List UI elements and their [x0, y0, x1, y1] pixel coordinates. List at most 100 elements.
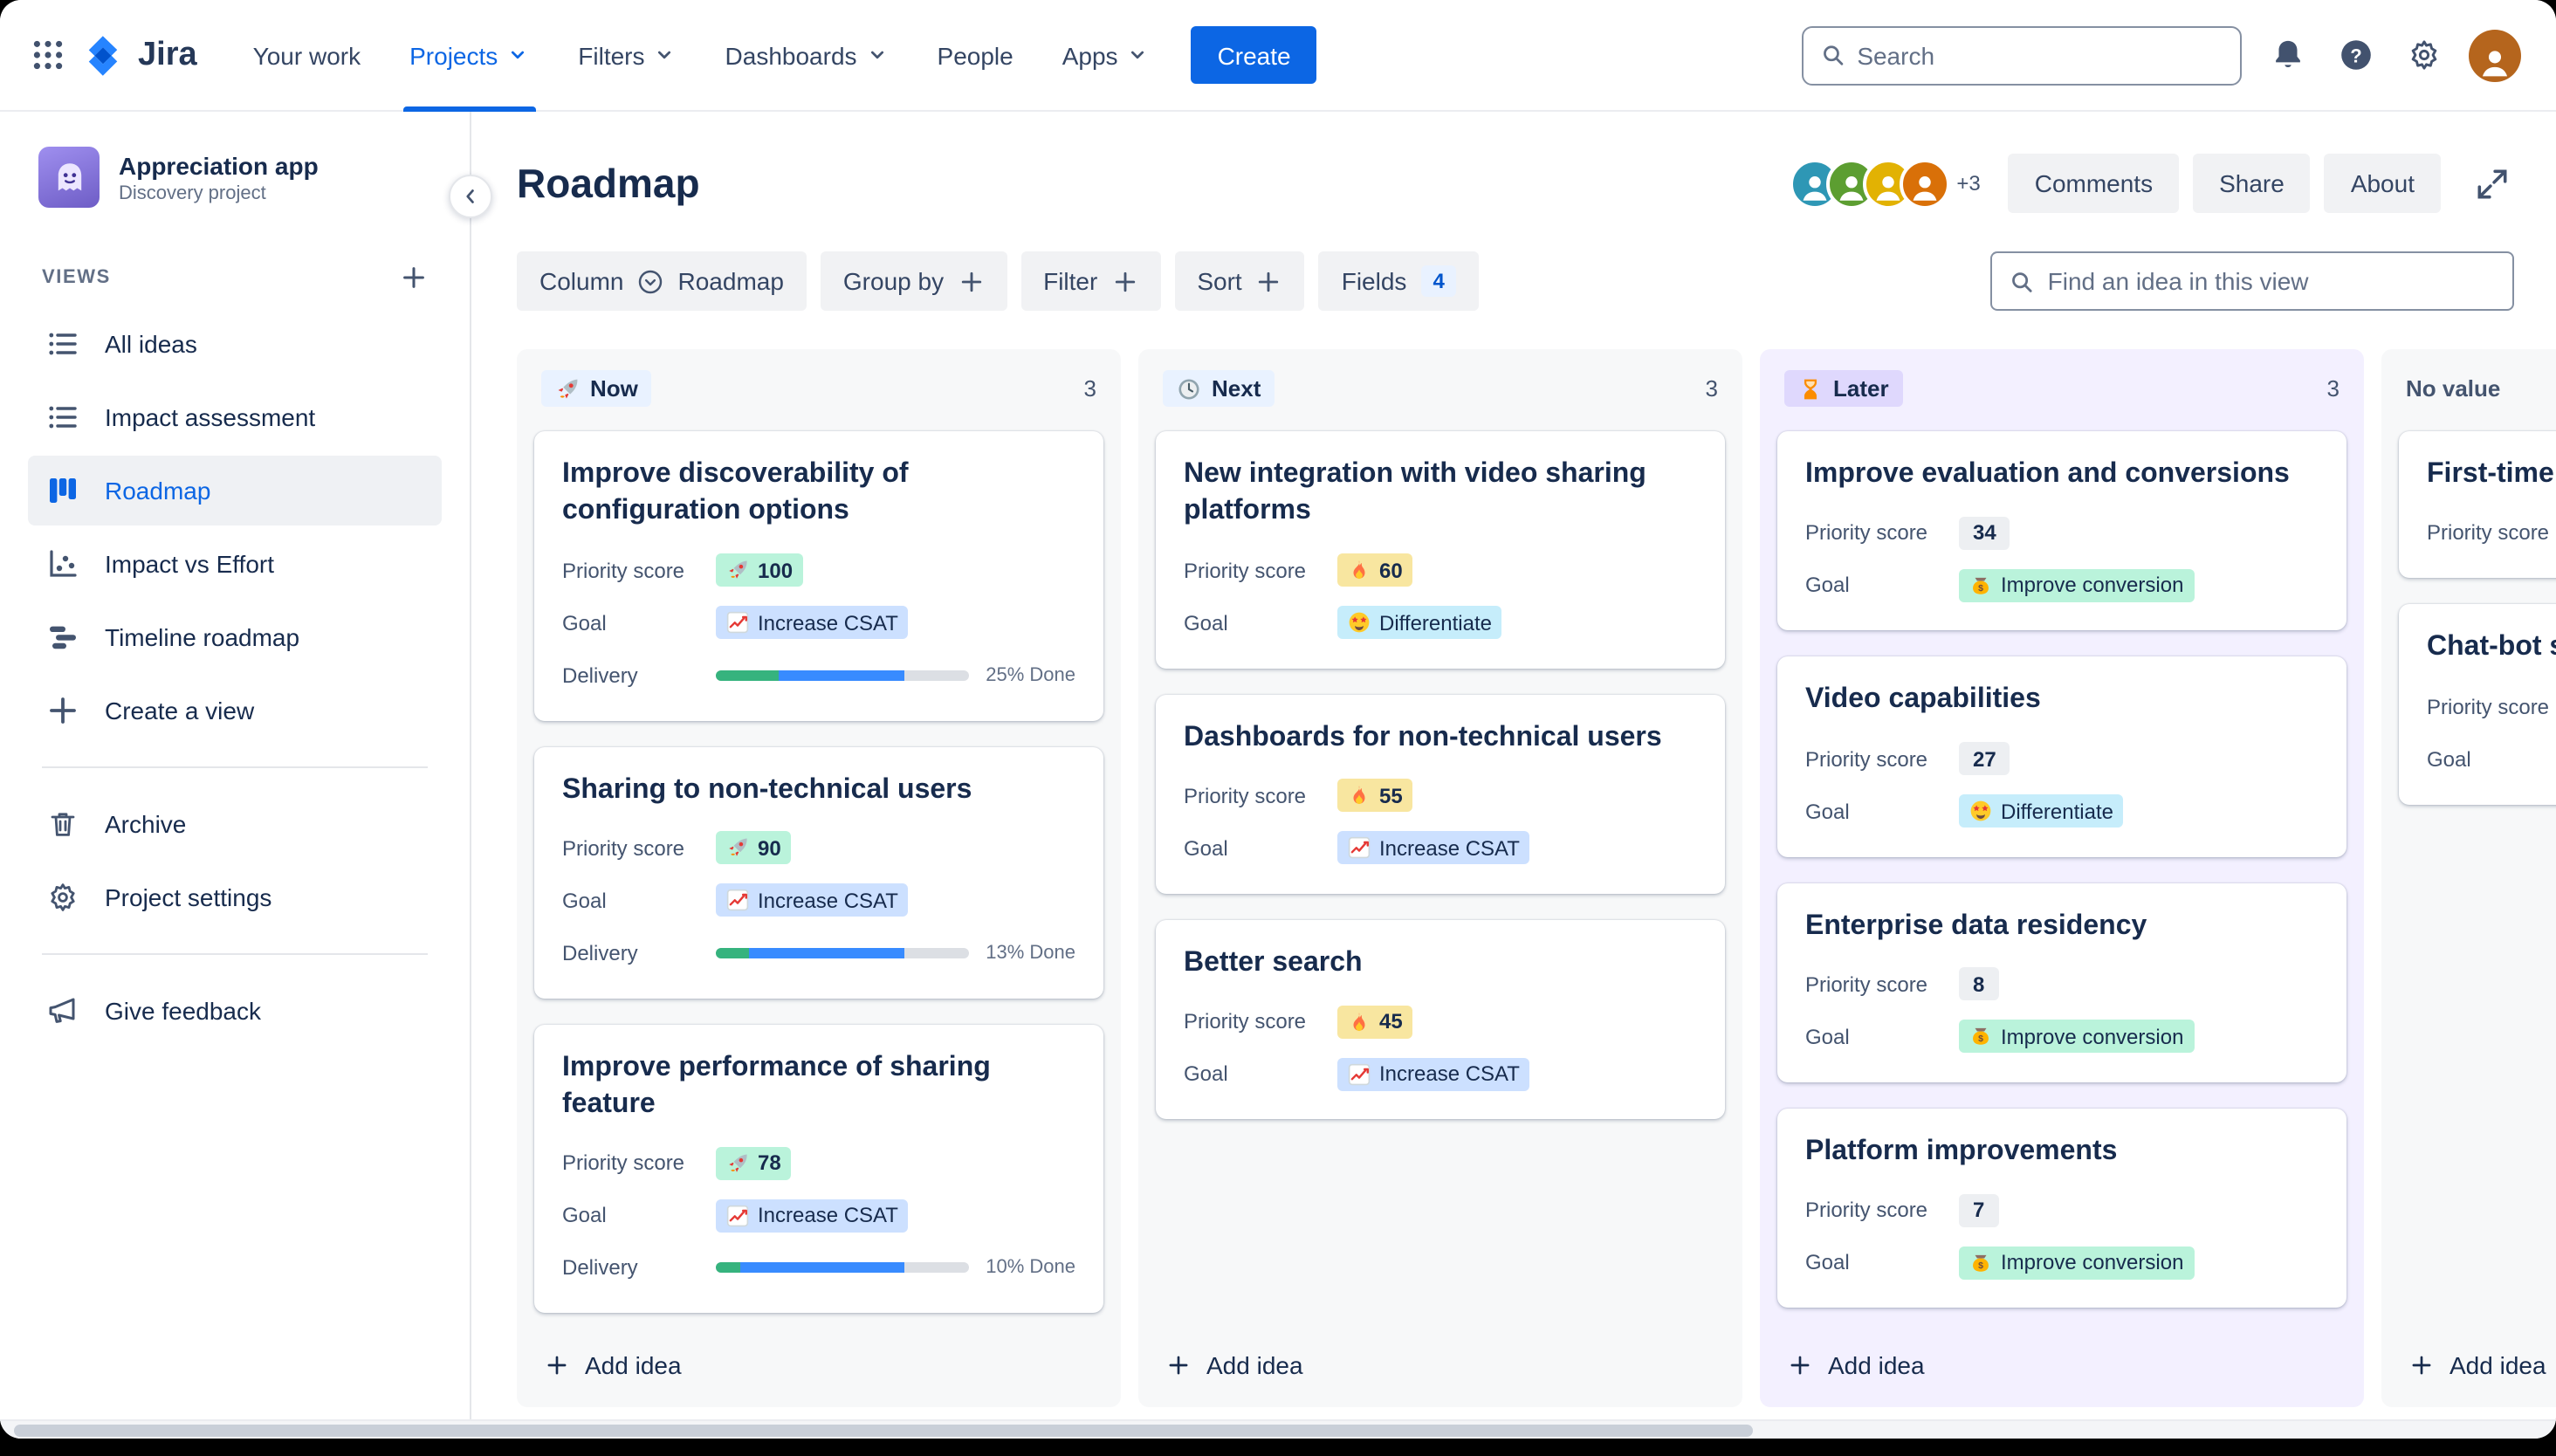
delivery-row: Delivery 10% Done — [562, 1251, 1075, 1286]
idea-card[interactable]: Improve performance of sharing feature P… — [534, 1024, 1103, 1314]
idea-title[interactable]: Improve performance of sharing feature — [562, 1049, 1075, 1123]
sidebar-item-give-feedback[interactable]: Give feedback — [28, 976, 442, 1046]
add-idea-button[interactable]: Add idea — [1138, 1325, 1742, 1407]
chevron-down-icon — [506, 44, 529, 66]
about-button[interactable]: About — [2324, 154, 2441, 213]
help-button[interactable]: ? — [2333, 32, 2378, 78]
nav-item-dashboards[interactable]: Dashboards — [701, 0, 913, 111]
column-status-chip[interactable]: Later — [1784, 370, 1903, 407]
goal-chip: Increase CSAT — [716, 606, 909, 640]
goal-label: Goal — [1805, 1024, 1850, 1049]
goal-label: Goal — [562, 888, 607, 913]
idea-title[interactable]: Chat-bot su — [2427, 629, 2556, 667]
nav-item-label: People — [937, 41, 1013, 69]
idea-title[interactable]: Sharing to non-technical users — [562, 771, 1075, 808]
fullscreen-button[interactable] — [2469, 161, 2514, 206]
collaborator-avatars[interactable]: +3 — [1789, 158, 1981, 209]
idea-title[interactable]: First-time ex — [2427, 456, 2556, 493]
sidebar-item-create-a-view[interactable]: Create a view — [28, 676, 442, 745]
sidebar-item-roadmap[interactable]: Roadmap — [28, 456, 442, 525]
idea-card[interactable]: Platform improvements Priority score 7 G… — [1777, 1108, 2346, 1308]
avatar-overflow-count[interactable]: +3 — [1956, 171, 1980, 196]
sidebar-item-impact-vs-effort[interactable]: Impact vs Effort — [28, 529, 442, 599]
nav-item-your-work[interactable]: Your work — [229, 0, 386, 111]
project-header[interactable]: Appreciation app Discovery project — [28, 147, 442, 208]
create-button[interactable]: Create — [1191, 26, 1317, 84]
goal-label: Goal — [1805, 573, 1850, 598]
search-input[interactable] — [1857, 41, 2223, 69]
nav-item-apps[interactable]: Apps — [1038, 0, 1174, 111]
nav-item-filters[interactable]: Filters — [553, 0, 700, 111]
sidebar-item-project-settings[interactable]: Project settings — [28, 862, 442, 932]
app-switcher-button[interactable] — [24, 32, 70, 78]
idea-card[interactable]: Chat-bot su Priority score 6 Goal — [2399, 604, 2556, 805]
sidebar-item-archive[interactable]: Archive — [28, 789, 442, 859]
idea-card[interactable]: Better search Priority score 45 Goal Inc… — [1156, 919, 1725, 1120]
notifications-button[interactable] — [2264, 32, 2310, 78]
delivery-done-label: 10% Done — [986, 1257, 1075, 1279]
horizontal-scrollbar[interactable] — [0, 1419, 2556, 1439]
priority-score-chip: 45 — [1337, 1005, 1413, 1039]
column-name: Now — [590, 375, 638, 402]
global-search[interactable] — [1802, 25, 2242, 85]
column-name: Later — [1833, 375, 1889, 402]
idea-title[interactable]: Better search — [1184, 944, 1697, 982]
sort-button[interactable]: Sort — [1174, 251, 1305, 311]
share-button[interactable]: Share — [2193, 154, 2311, 213]
idea-title[interactable]: New integration with video sharing platf… — [1184, 456, 1697, 530]
priority-label: Priority score — [1805, 520, 1928, 546]
sidebar-item-timeline-roadmap[interactable]: Timeline roadmap — [28, 602, 442, 672]
column-status-chip[interactable]: Next — [1163, 370, 1275, 407]
roadmap-board: Now 3 Improve discoverability of configu… — [517, 349, 2556, 1407]
idea-title[interactable]: Improve discoverability of configuration… — [562, 456, 1075, 530]
idea-title[interactable]: Dashboards for non-technical users — [1184, 718, 1697, 756]
add-idea-button[interactable]: Add idea — [1760, 1325, 2364, 1407]
find-idea-input[interactable] — [2047, 267, 2495, 295]
add-view-icon[interactable] — [400, 264, 428, 292]
idea-card[interactable]: Improve evaluation and conversions Prior… — [1777, 431, 2346, 631]
scrollbar-thumb[interactable] — [14, 1425, 1753, 1437]
find-idea-search[interactable] — [1990, 251, 2514, 311]
idea-title[interactable]: Platform improvements — [1805, 1133, 2319, 1171]
add-idea-button[interactable]: Add idea — [2381, 1325, 2556, 1407]
jira-logo[interactable]: Jira — [80, 32, 197, 78]
idea-card[interactable]: Improve discoverability of configuration… — [534, 431, 1103, 721]
idea-card[interactable]: Dashboards for non-technical users Prior… — [1156, 694, 1725, 894]
sidebar-item-label: Give feedback — [105, 997, 261, 1025]
priority-row: Priority score 6 — [2427, 516, 2556, 551]
idea-card[interactable]: Enterprise data residency Priority score… — [1777, 883, 2346, 1082]
group-by-button[interactable]: Group by — [820, 251, 1007, 311]
user-avatar[interactable] — [2469, 29, 2521, 81]
sidebar-collapse-button[interactable] — [449, 175, 492, 218]
idea-card[interactable]: Sharing to non-technical users Priority … — [534, 746, 1103, 999]
fire-icon — [1348, 559, 1371, 581]
nav-item-people[interactable]: People — [913, 0, 1038, 111]
idea-title[interactable]: Improve evaluation and conversions — [1805, 456, 2319, 493]
goal-row: Goal Differentiate — [1184, 605, 1697, 640]
idea-title[interactable]: Enterprise data residency — [1805, 907, 2319, 944]
views-heading-row: VIEWS — [42, 264, 428, 292]
sidebar-item-all-ideas[interactable]: All ideas — [28, 309, 442, 379]
priority-row: Priority score 27 — [1805, 741, 2319, 776]
idea-title[interactable]: Video capabilities — [1805, 682, 2319, 719]
column-status-chip[interactable]: Now — [541, 370, 652, 407]
view-type-selector[interactable]: Column Roadmap — [517, 251, 807, 311]
board-column-later: Later 3 Improve evaluation and conversio… — [1760, 349, 2364, 1407]
help-icon: ? — [2337, 37, 2374, 73]
sidebar-item-impact-assessment[interactable]: Impact assessment — [28, 382, 442, 452]
nav-item-projects[interactable]: Projects — [385, 0, 553, 111]
main-content: Roadmap +3 Comments Share About Column R… — [471, 112, 2556, 1439]
avatar[interactable] — [1899, 158, 1950, 209]
add-idea-button[interactable]: Add idea — [517, 1325, 1121, 1407]
fields-button[interactable]: Fields 4 — [1318, 251, 1480, 311]
idea-card[interactable]: New integration with video sharing platf… — [1156, 431, 1725, 669]
settings-button[interactable] — [2401, 32, 2446, 78]
comments-button[interactable]: Comments — [2008, 154, 2180, 213]
filter-button[interactable]: Filter — [1020, 251, 1161, 311]
priority-label: Priority score — [1184, 783, 1307, 808]
bell-icon — [2269, 37, 2305, 73]
goal-chip: $ Improve conversion — [1959, 1246, 2195, 1280]
priority-score-chip: 27 — [1959, 742, 2010, 776]
idea-card[interactable]: First-time ex Priority score 6 — [2399, 431, 2556, 579]
idea-card[interactable]: Video capabilities Priority score 27 Goa… — [1777, 656, 2346, 857]
